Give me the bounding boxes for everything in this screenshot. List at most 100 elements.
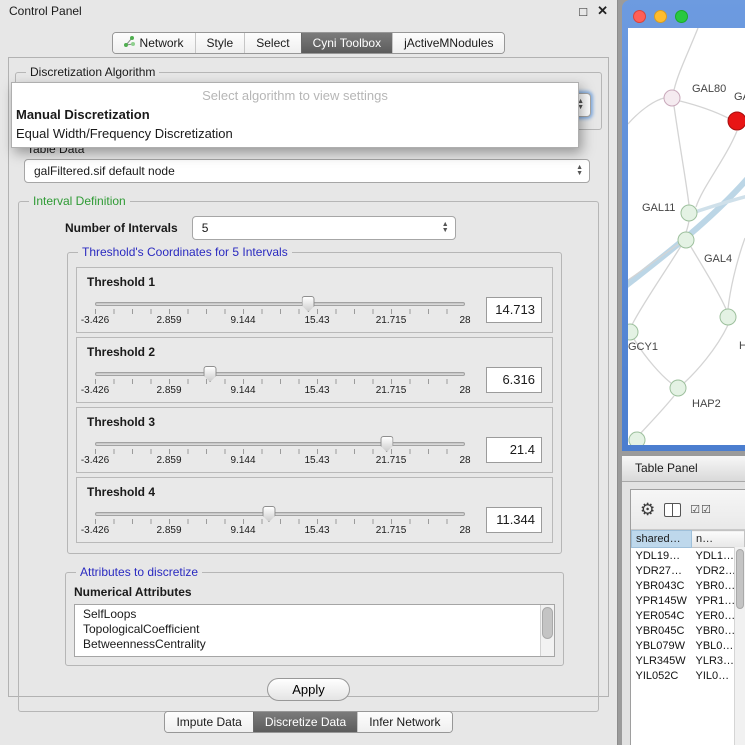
network-canvas[interactable]: GAL80GAGAL11GAL4GCY1HHAP2 xyxy=(628,28,745,445)
attributes-group: Attributes to discretize Numerical Attri… xyxy=(65,572,564,666)
network-edge[interactable] xyxy=(674,28,698,90)
slider-ticks xyxy=(95,379,465,384)
node-label: HAP2 xyxy=(692,398,721,410)
columns-icon[interactable] xyxy=(664,503,681,517)
network-canvas-svg[interactable]: GAL80GAGAL11GAL4GCY1HHAP2 xyxy=(628,28,745,445)
scrollbar-thumb[interactable] xyxy=(736,549,744,609)
table-panel-title: Table Panel xyxy=(635,461,698,475)
scrollbar-thumb[interactable] xyxy=(542,607,553,639)
network-edge[interactable] xyxy=(728,238,745,309)
number-of-intervals-label: Number of Intervals xyxy=(65,221,178,235)
node-label: GAL4 xyxy=(704,253,732,265)
table-row[interactable]: YBR045CYBR0… xyxy=(632,623,745,638)
column-header-name[interactable]: n… xyxy=(692,531,745,548)
network-node[interactable] xyxy=(720,309,736,325)
cyni-panel-content: Discretization Algorithm ▲▼ Select algor… xyxy=(8,57,609,697)
slider-track[interactable] xyxy=(95,302,465,306)
threshold-2-slider[interactable]: -3.4262.8599.14415.4321.71528 xyxy=(95,372,465,397)
apply-button[interactable]: Apply xyxy=(267,678,350,701)
attributes-group-title: Attributes to discretize xyxy=(76,565,202,579)
tab-style[interactable]: Style xyxy=(195,33,245,53)
threshold-1-value-field[interactable]: 14.713 xyxy=(486,297,542,323)
tab-infer-network[interactable]: Infer Network xyxy=(357,712,451,732)
threshold-4-value-field[interactable]: 11.344 xyxy=(486,507,542,533)
table-scrollbar[interactable] xyxy=(734,547,745,745)
node-label: H xyxy=(739,340,745,352)
node-label: GA xyxy=(734,91,745,103)
attributes-listbox[interactable]: SelfLoops TopologicalCoefficient Between… xyxy=(74,604,555,657)
node-attribute-table: shared… n… YDL19…YDL1…YDR27…YDR2…YBR043C… xyxy=(631,530,745,683)
window-traffic-lights xyxy=(622,0,745,23)
float-window-icon[interactable]: □ xyxy=(579,4,587,19)
number-of-intervals-combobox[interactable]: 5 ▲▼ xyxy=(192,216,456,240)
slider-track[interactable] xyxy=(95,372,465,376)
slider-track[interactable] xyxy=(95,512,465,516)
threshold-panel-1: Threshold 1 -3.4262.8599.14415.4321.7152… xyxy=(76,267,553,333)
network-edge[interactable] xyxy=(680,101,728,118)
tab-impute-data[interactable]: Impute Data xyxy=(165,712,252,732)
table-row[interactable]: YLR345WYLR3… xyxy=(632,653,745,668)
tab-cyni-toolbox[interactable]: Cyni Toolbox xyxy=(301,33,392,53)
minimize-traffic-light-icon[interactable] xyxy=(654,10,667,23)
thresholds-group: Threshold's Coordinates for 5 Intervals … xyxy=(67,252,562,554)
tab-network[interactable]: Network xyxy=(113,33,195,53)
network-node[interactable] xyxy=(628,324,638,340)
list-item[interactable]: BetweennessCentrality xyxy=(83,637,538,652)
list-item[interactable]: TopologicalCoefficient xyxy=(83,622,538,637)
table-row[interactable]: YBL079WYBL0… xyxy=(632,638,745,653)
tab-discretize-data[interactable]: Discretize Data xyxy=(253,712,357,732)
network-edge[interactable] xyxy=(674,106,689,205)
table-row[interactable]: YDR27…YDR2… xyxy=(632,563,745,578)
column-header-shared[interactable]: shared… xyxy=(632,531,692,548)
network-node[interactable] xyxy=(629,432,645,445)
table-row[interactable]: YPR145WYPR1… xyxy=(632,593,745,608)
select-all-checkboxes-icon[interactable]: ☑☑ xyxy=(690,503,712,516)
table-panel-header: Table Panel xyxy=(622,455,745,482)
network-node[interactable] xyxy=(664,90,680,106)
combo-arrows-icon: ▲▼ xyxy=(442,222,449,234)
dropdown-option-manual[interactable]: Manual Discretization xyxy=(12,105,578,124)
slider-track[interactable] xyxy=(95,442,465,446)
algorithm-dropdown-list: Select algorithm to view settings Manual… xyxy=(11,82,579,148)
attributes-scrollbar[interactable] xyxy=(540,605,554,656)
network-node[interactable] xyxy=(670,380,686,396)
slider-ticks xyxy=(95,449,465,454)
node-label: GCY1 xyxy=(628,341,658,353)
gear-icon[interactable]: ⚙ xyxy=(640,501,655,518)
dropdown-option-equal-width[interactable]: Equal Width/Frequency Discretization xyxy=(12,124,578,143)
threshold-2-label: Threshold 2 xyxy=(87,345,542,359)
top-tabbar: Network Style Select Cyni Toolbox jActiv… xyxy=(0,22,617,60)
close-traffic-light-icon[interactable] xyxy=(633,10,646,23)
network-edge[interactable] xyxy=(686,221,689,232)
threshold-1-slider[interactable]: -3.4262.8599.14415.4321.71528 xyxy=(95,302,465,327)
tab-jactivemnodules[interactable]: jActiveMNodules xyxy=(392,33,504,53)
list-item[interactable]: SelfLoops xyxy=(83,607,538,622)
table-row[interactable]: YIL052CYIL0… xyxy=(632,668,745,683)
slider-scale: -3.4262.8599.14415.4321.71528 xyxy=(95,315,465,327)
dropdown-hint: Select algorithm to view settings xyxy=(12,83,578,105)
numerical-attributes-label: Numerical Attributes xyxy=(74,585,555,599)
network-edge[interactable] xyxy=(684,325,728,383)
table-row[interactable]: YBR043CYBR0… xyxy=(632,578,745,593)
slider-scale: -3.4262.8599.14415.4321.71528 xyxy=(95,525,465,537)
node-label: GAL80 xyxy=(692,83,726,95)
network-node[interactable] xyxy=(728,112,745,130)
threshold-4-slider[interactable]: -3.4262.8599.14415.4321.71528 xyxy=(95,512,465,537)
threshold-3-label: Threshold 3 xyxy=(87,415,542,429)
zoom-traffic-light-icon[interactable] xyxy=(675,10,688,23)
table-row[interactable]: YDL19…YDL1… xyxy=(632,548,745,564)
threshold-3-value-field[interactable]: 21.4 xyxy=(486,437,542,463)
network-edge[interactable] xyxy=(640,396,674,434)
table-data-combobox[interactable]: galFiltered.sif default node ▲▼ xyxy=(24,159,590,183)
network-node[interactable] xyxy=(681,205,697,221)
tab-select[interactable]: Select xyxy=(244,33,300,53)
slider-ticks xyxy=(95,309,465,314)
network-icon xyxy=(124,36,135,50)
network-node[interactable] xyxy=(678,232,694,248)
table-row[interactable]: YER054CYER0… xyxy=(632,608,745,623)
threshold-3-slider[interactable]: -3.4262.8599.14415.4321.71528 xyxy=(95,442,465,467)
network-edge[interactable] xyxy=(628,98,664,124)
network-view-window: GAL80GAGAL11GAL4GCY1HHAP2 xyxy=(622,0,745,451)
close-window-icon[interactable]: ✕ xyxy=(597,3,608,19)
threshold-2-value-field[interactable]: 6.316 xyxy=(486,367,542,393)
